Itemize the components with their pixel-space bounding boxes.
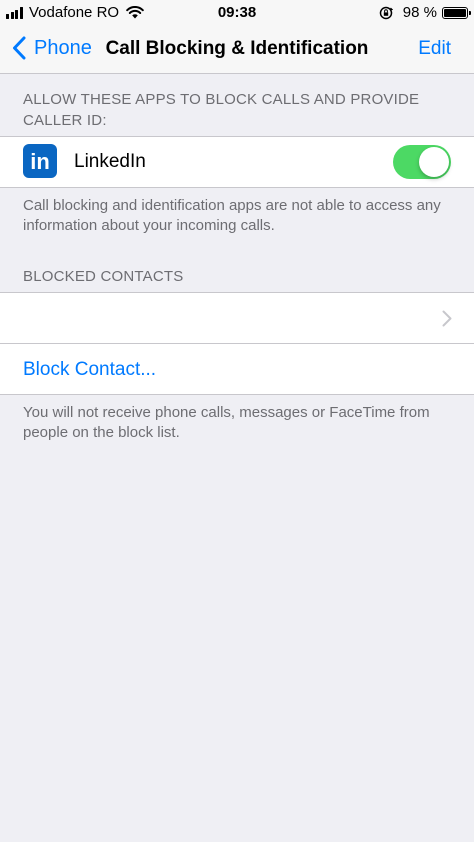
app-cell-linkedin: in LinkedIn (0, 137, 474, 187)
battery-percent: 98 % (402, 4, 437, 21)
edit-button[interactable]: Edit (418, 38, 451, 60)
apps-list: in LinkedIn (0, 136, 474, 188)
page-title: Call Blocking & Identification (105, 38, 369, 59)
toggle-knob (419, 147, 449, 177)
blocked-section-footer: You will not receive phone calls, messag… (23, 404, 430, 441)
battery-icon (442, 6, 471, 19)
block-contact-button[interactable]: Block Contact... (0, 344, 474, 394)
apps-section-footer: Call blocking and identification apps ar… (23, 197, 441, 234)
linkedin-icon: in (23, 144, 57, 178)
blocked-contacts-list: Block Contact... (0, 292, 474, 395)
chevron-right-icon (442, 310, 452, 327)
orientation-lock-icon (379, 6, 393, 19)
screen: Vodafone RO 09:38 98 % Phone Call Blocki… (0, 0, 474, 842)
blocked-contact-row[interactable] (0, 293, 474, 344)
app-name: LinkedIn (74, 151, 146, 172)
status-bar: Vodafone RO 09:38 98 % (0, 0, 474, 26)
battery-fill (444, 8, 466, 17)
navigation-bar: Phone Call Blocking & Identification Edi… (0, 26, 474, 74)
apps-section-header: ALLOW THESE APPS TO BLOCK CALLS AND PROV… (23, 91, 420, 129)
status-right: 98 % (379, 4, 471, 21)
blocked-section-header: BLOCKED CONTACTS (23, 268, 184, 285)
block-contact-label: Block Contact... (23, 359, 157, 380)
linkedin-toggle[interactable] (393, 145, 451, 179)
